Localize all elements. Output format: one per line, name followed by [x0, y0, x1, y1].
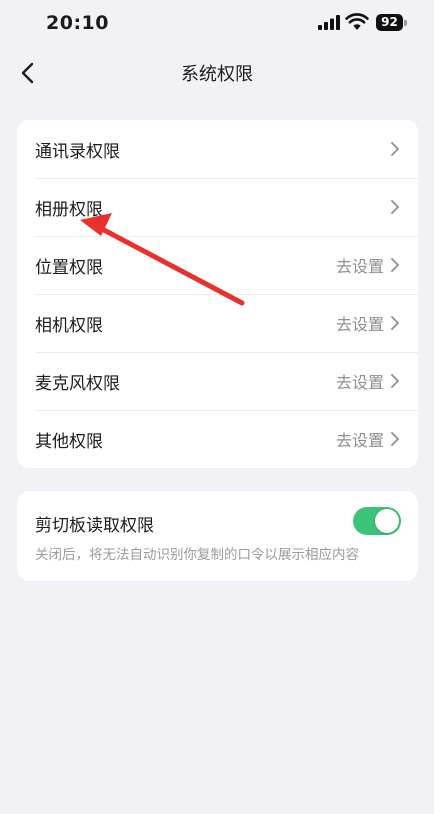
permission-action: 去设置	[335, 431, 384, 450]
page-title: 系统权限	[181, 64, 253, 85]
permission-label: 麦克风权限	[35, 373, 120, 394]
permission-row-contacts[interactable]: 通讯录权限	[17, 120, 418, 178]
battery-icon: 92	[376, 14, 403, 31]
permission-row-location[interactable]: 位置权限 去设置	[17, 236, 418, 294]
permission-label: 通讯录权限	[35, 141, 120, 162]
chevron-right-icon	[391, 316, 399, 330]
wifi-icon	[345, 13, 369, 30]
chevron-right-icon	[391, 200, 399, 214]
clipboard-permission-title: 剪切板读取权限	[35, 516, 154, 536]
status-time: 20:10	[46, 12, 109, 34]
permission-label: 位置权限	[35, 257, 103, 278]
permission-label: 相册权限	[35, 199, 103, 220]
chevron-right-icon	[391, 432, 399, 446]
battery-cap	[404, 20, 407, 26]
toggle-knob	[375, 509, 399, 533]
clipboard-toggle[interactable]	[353, 507, 401, 535]
status-bar: 20:10 92	[0, 0, 434, 48]
permission-label: 其他权限	[35, 431, 103, 452]
chevron-right-icon	[391, 374, 399, 388]
permission-action: 去设置	[335, 315, 384, 334]
permission-action: 去设置	[335, 257, 384, 276]
clipboard-card: 剪切板读取权限 关闭后，将无法自动识别你复制的口令以展示相应内容	[17, 491, 418, 581]
clipboard-description: 关闭后，将无法自动识别你复制的口令以展示相应内容	[35, 547, 359, 563]
chevron-right-icon	[391, 258, 399, 272]
permission-row-photos[interactable]: 相册权限	[17, 178, 418, 236]
permission-row-camera[interactable]: 相机权限 去设置	[17, 294, 418, 352]
permission-label: 相机权限	[35, 315, 103, 336]
permission-row-other[interactable]: 其他权限 去设置	[17, 410, 418, 468]
permission-row-microphone[interactable]: 麦克风权限 去设置	[17, 352, 418, 410]
nav-bar: 系统权限	[0, 48, 434, 98]
chevron-right-icon	[391, 142, 399, 156]
permission-action: 去设置	[335, 373, 384, 392]
permissions-card: 通讯录权限 相册权限 位置权限 去设置 相机权限 去设置 麦克风权限 去设置 其…	[17, 120, 418, 468]
signal-icon	[318, 15, 340, 30]
